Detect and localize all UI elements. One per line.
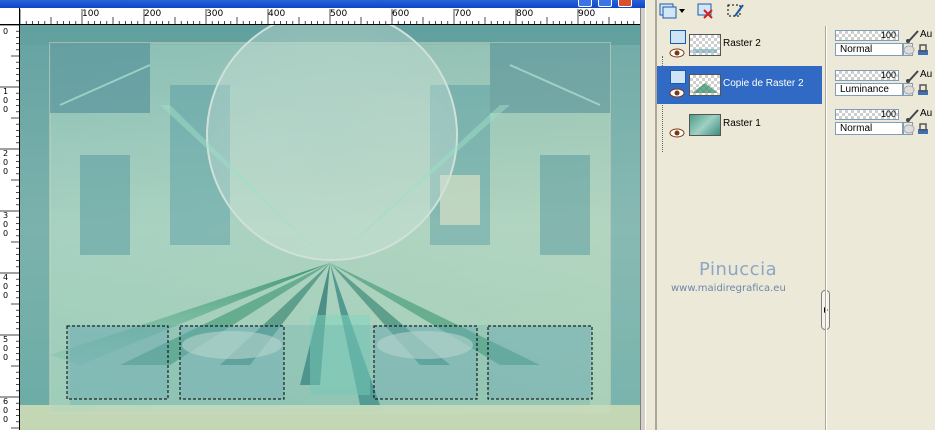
eye-icon[interactable] (669, 87, 685, 99)
vruler-label-400: 400 (3, 273, 9, 300)
image-canvas[interactable] (20, 25, 640, 430)
layer-props-raster-2: 100 Normal Au (833, 28, 935, 66)
new-layer-button[interactable] (657, 1, 679, 21)
vruler-label-300: 300 (3, 211, 9, 238)
ruler-label-700: 700 (454, 9, 472, 19)
thumbnail-art (692, 83, 718, 93)
vruler-label-100: 100 (3, 87, 9, 114)
block (80, 155, 130, 255)
layer-thumbnail (689, 114, 721, 136)
minimize-button[interactable] (578, 0, 592, 7)
mask-icon[interactable] (903, 85, 915, 95)
au-label: Au (920, 69, 933, 80)
eye-icon[interactable] (669, 127, 685, 139)
layer-name: Raster 2 (723, 38, 761, 49)
blend-mode-select[interactable]: Luminance (835, 83, 903, 96)
chevron-down-icon (679, 9, 685, 13)
vruler-label-0: 0 (3, 27, 9, 36)
ruler-label-600: 600 (392, 9, 410, 19)
opacity-value: 100 (880, 70, 896, 80)
layer-thumbnail (689, 74, 721, 96)
vruler-label-500: 500 (3, 335, 9, 362)
circle-overlay (206, 25, 458, 261)
ruler-label-200: 200 (144, 9, 162, 19)
ellipse-shape (377, 331, 473, 359)
image-window: 100 200 300 400 500 600 700 800 900 0 10… (0, 0, 645, 430)
right-band (610, 45, 640, 405)
new-layer-icon (659, 3, 677, 19)
vruler-label-200: 200 (3, 149, 9, 176)
vertical-ruler: 0 100 200 300 400 500 600 (0, 25, 20, 430)
layer-name: Copie de Raster 2 (723, 78, 804, 89)
layer-props-raster-1: 100 Normal Au (833, 107, 935, 145)
opacity-slider[interactable]: 100 (835, 109, 899, 120)
delete-layer-icon (697, 3, 713, 19)
brush-icon[interactable] (905, 108, 921, 122)
au-label: Au (920, 108, 933, 119)
block (540, 155, 590, 255)
thumbnail-art (693, 49, 717, 53)
layer-thumbnail (689, 34, 721, 56)
properties-separator (825, 26, 827, 430)
left-band (20, 45, 50, 405)
raster-layer-icon (670, 30, 686, 44)
lock-icon[interactable] (917, 123, 929, 135)
layer-row-raster-2[interactable]: Raster 2 (657, 26, 822, 64)
close-button[interactable] (618, 0, 632, 7)
brush-icon[interactable] (905, 69, 921, 83)
opacity-value: 100 (880, 30, 896, 40)
layer-row-copie-de-raster-2[interactable]: Copie de Raster 2 (657, 66, 822, 104)
watermark-name: Pinuccia (699, 259, 778, 280)
ruler-label-500: 500 (330, 9, 348, 19)
selection-layer-icon (727, 4, 744, 17)
opacity-value: 100 (880, 109, 896, 119)
mask-icon[interactable] (903, 124, 915, 134)
ruler-label-800: 800 (516, 9, 534, 19)
ruler-label-900: 900 (578, 9, 596, 19)
ruler-corner (0, 8, 20, 25)
ruler-label-400: 400 (268, 9, 286, 19)
ellipse-shape (182, 331, 282, 359)
mask-icon[interactable] (903, 45, 915, 55)
raster-layer-icon (670, 70, 686, 84)
layer-row-raster-1[interactable]: Raster 1 (657, 106, 822, 144)
eye-icon[interactable] (669, 47, 685, 59)
maximize-button[interactable] (598, 0, 612, 7)
opacity-slider[interactable]: 100 (835, 30, 899, 41)
ruler-label-100: 100 (82, 9, 100, 19)
brush-icon[interactable] (905, 29, 921, 43)
layer-props-copie-de-raster-2: 100 Luminance Au (833, 68, 935, 106)
au-label: Au (920, 29, 933, 40)
layers-toolbar (657, 0, 935, 24)
layers-list: Raster 2 Copie de Raster 2 Raster 1 Pinu… (657, 26, 830, 430)
vruler-label-600: 600 (3, 397, 9, 424)
new-layer-dropdown[interactable] (677, 1, 687, 21)
layer-name: Raster 1 (723, 118, 761, 129)
lock-icon[interactable] (917, 84, 929, 96)
artwork (20, 25, 640, 430)
title-bar[interactable] (0, 0, 645, 8)
ruler-label-300: 300 (206, 9, 224, 19)
blend-mode-select[interactable]: Normal (835, 122, 903, 135)
horizontal-ruler: 100 200 300 400 500 600 700 800 900 (20, 8, 640, 25)
blend-mode-select[interactable]: Normal (835, 43, 903, 56)
promote-selection-button[interactable] (725, 1, 747, 21)
lock-icon[interactable] (917, 44, 929, 56)
opacity-slider[interactable]: 100 (835, 70, 899, 81)
watermark-url: www.maidiregrafica.eu (671, 283, 786, 294)
layers-palette: Raster 2 Copie de Raster 2 Raster 1 Pinu… (657, 0, 935, 430)
delete-layer-button[interactable] (695, 1, 717, 21)
